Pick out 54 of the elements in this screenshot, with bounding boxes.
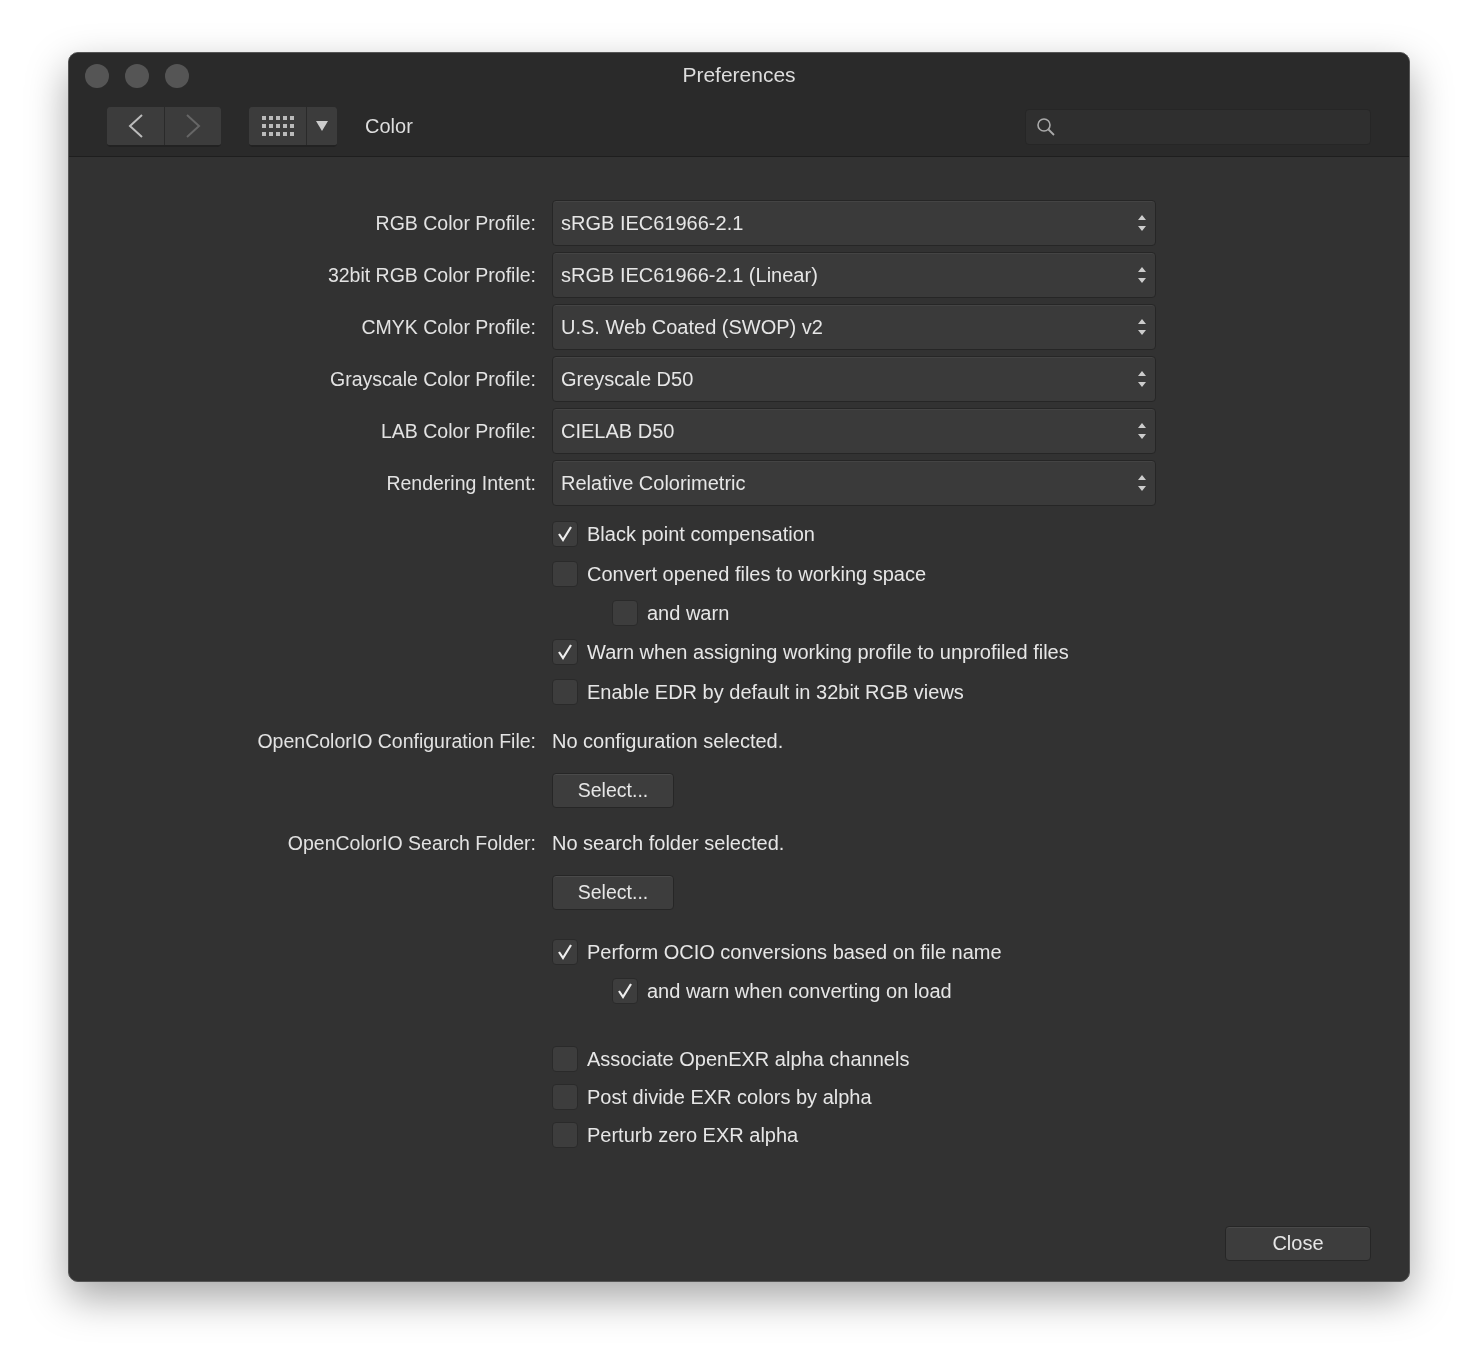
close-button[interactable]: Close <box>1225 1226 1371 1261</box>
checkmark-icon <box>556 643 574 661</box>
checkbox-label: Black point compensation <box>587 522 815 546</box>
checkbox-label: Enable EDR by default in 32bit RGB views <box>587 680 964 704</box>
window-control-icon[interactable] <box>85 64 109 88</box>
stepper-arrows-icon <box>1137 317 1147 337</box>
field-label: 32bit RGB Color Profile: <box>326 263 536 287</box>
stepper-arrows-icon <box>1137 369 1147 389</box>
profile-popup[interactable]: Relative Colorimetric <box>552 460 1156 506</box>
checkbox-label: Post divide EXR colors by alpha <box>587 1085 872 1109</box>
profile-popup[interactable]: Greyscale D50 <box>552 356 1156 402</box>
select-button[interactable]: Select... <box>552 773 674 808</box>
checkbox[interactable] <box>612 978 638 1004</box>
window-title: Preferences <box>682 63 796 87</box>
stepper-arrows-icon <box>1137 213 1147 233</box>
field-label: RGB Color Profile: <box>374 211 536 235</box>
status-text: No configuration selected. <box>552 730 784 753</box>
grid-view-button[interactable] <box>249 106 307 145</box>
section-title: Color <box>365 115 414 138</box>
checkbox-label: Perturb zero EXR alpha <box>587 1123 799 1147</box>
select-button[interactable]: Select... <box>552 875 674 910</box>
stepper-arrows-icon <box>1137 265 1147 285</box>
checkbox-label: Warn when assigning working profile to unprofiled files <box>587 640 1069 664</box>
checkmark-icon <box>556 525 574 543</box>
stepper-arrows-icon <box>1137 473 1147 493</box>
checkbox-label: Convert opened files to working space <box>587 562 927 586</box>
checkmark-icon <box>616 982 634 1000</box>
checkbox[interactable] <box>552 939 578 965</box>
checkbox[interactable] <box>552 521 578 547</box>
field-label: LAB Color Profile: <box>380 419 536 443</box>
back-button[interactable] <box>107 106 165 145</box>
status-text: No search folder selected. <box>552 832 785 855</box>
profile-popup[interactable]: sRGB IEC61966-2.1 <box>552 200 1156 246</box>
field-label: CMYK Color Profile: <box>360 315 536 339</box>
field-label: OpenColorIO Configuration File: <box>256 730 536 753</box>
search-field[interactable] <box>1025 108 1371 145</box>
checkbox-label: Associate OpenEXR alpha channels <box>587 1047 910 1071</box>
checkbox-label: Perform OCIO conversions based on file name <box>587 940 1002 964</box>
grid-icon <box>260 114 295 137</box>
checkbox-label: and warn <box>647 601 730 625</box>
window-control-icon[interactable] <box>165 64 189 88</box>
search-icon <box>1036 116 1056 137</box>
checkbox[interactable] <box>552 639 578 665</box>
caret-icon <box>316 120 328 131</box>
window-control-icon[interactable] <box>125 64 149 88</box>
field-label: Rendering Intent: <box>385 471 536 495</box>
checkmark-icon <box>556 943 574 961</box>
checkbox-label: and warn when converting on load <box>647 979 952 1003</box>
profile-popup[interactable]: U.S. Web Coated (SWOP) v2 <box>552 304 1156 350</box>
field-label: OpenColorIO Search Folder: <box>286 832 536 855</box>
profile-popup[interactable]: sRGB IEC61966-2.1 (Linear) <box>552 252 1156 298</box>
profile-popup[interactable]: CIELAB D50 <box>552 408 1156 454</box>
field-label: Grayscale Color Profile: <box>329 367 536 391</box>
stepper-arrows-icon <box>1137 421 1147 441</box>
